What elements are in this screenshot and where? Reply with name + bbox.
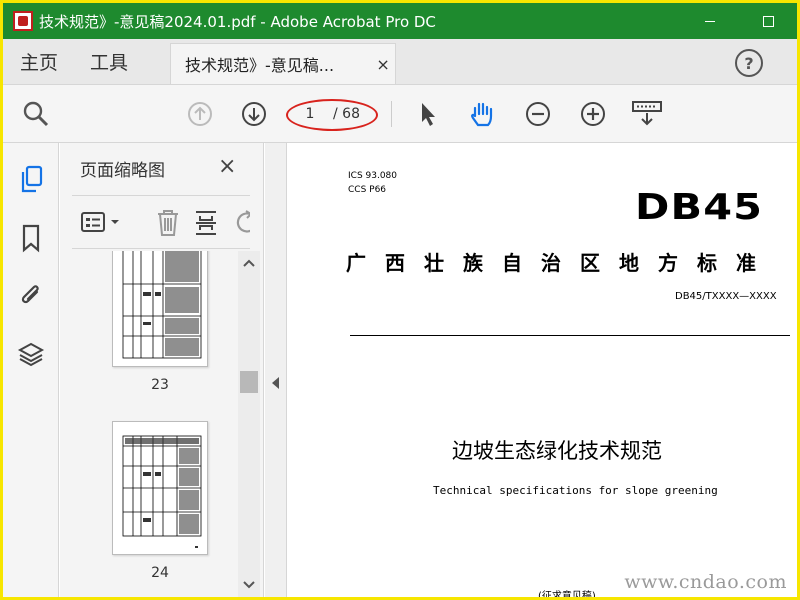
classification-codes: ICS 93.080 CCS P66 xyxy=(348,169,397,197)
standard-code: DB45 xyxy=(635,187,764,228)
help-button[interactable]: ? xyxy=(735,49,763,77)
collapse-panel-strip[interactable] xyxy=(265,143,287,597)
bookmarks-icon[interactable] xyxy=(17,223,45,253)
app-icon[interactable] xyxy=(13,11,33,31)
maximize-button[interactable] xyxy=(739,3,797,39)
page-up-icon[interactable] xyxy=(185,99,215,129)
thumbnail-label-23: 23 xyxy=(151,377,169,393)
tab-tools[interactable]: 工具 xyxy=(74,39,144,84)
tab-bar: 主页 工具 技术规范》-意见稿... × ? xyxy=(3,39,797,85)
close-panel-button[interactable]: × xyxy=(218,154,236,179)
document-tab-title: 技术规范》-意见稿... xyxy=(185,56,335,75)
toolbar: 1 / 68 xyxy=(3,85,797,143)
tab-home[interactable]: 主页 xyxy=(3,39,74,84)
panel-toolbar xyxy=(72,195,250,249)
close-tab-button[interactable]: × xyxy=(371,55,395,74)
ics-code: ICS 93.080 xyxy=(348,171,398,181)
attachments-icon[interactable] xyxy=(17,280,45,310)
extract-pages-icon[interactable] xyxy=(192,208,220,242)
tab-document[interactable]: 技术规范》-意见稿... × xyxy=(170,43,397,84)
document-title-chinese: 边坡生态绿化技术规范 xyxy=(452,439,662,463)
title-bar: 技术规范》-意见稿2024.01.pdf - Adobe Acrobat Pro… xyxy=(3,3,797,39)
zoom-out-icon[interactable] xyxy=(523,99,553,129)
scroll-up-icon[interactable] xyxy=(242,257,256,271)
thumbnail-scrollbar[interactable] xyxy=(238,251,260,597)
thumbnails-panel: 页面缩略图 × 23 24 xyxy=(60,143,264,597)
thumbnail-page-23[interactable] xyxy=(112,251,208,367)
page-down-icon[interactable] xyxy=(239,99,269,129)
zoom-in-icon[interactable] xyxy=(578,99,608,129)
header-rule xyxy=(350,335,790,336)
keyboard-icon[interactable] xyxy=(630,99,664,129)
draft-note: (征求意见稿) xyxy=(538,591,596,597)
ccs-code: CCS P66 xyxy=(348,185,387,195)
window-title: 技术规范》-意见稿2024.01.pdf - Adobe Acrobat Pro… xyxy=(39,12,436,31)
hand-tool-icon[interactable] xyxy=(467,99,497,129)
acrobat-window: 技术规范》-意见稿2024.01.pdf - Adobe Acrobat Pro… xyxy=(3,3,797,597)
toolbar-divider xyxy=(391,101,392,127)
thumbnail-options-icon[interactable] xyxy=(80,210,126,240)
minimize-button[interactable] xyxy=(681,3,739,39)
document-title-english: Technical specifications for slope green… xyxy=(433,484,718,497)
document-page: ICS 93.080 CCS P66 DB45 广西壮族自治区地方标准 DB45… xyxy=(288,143,797,597)
page-thumbnails-icon[interactable] xyxy=(17,165,45,195)
thumbnail-list: 23 24 xyxy=(60,251,238,597)
thumbnail-page-24[interactable] xyxy=(112,421,208,555)
layers-icon[interactable] xyxy=(17,339,45,369)
collapse-arrow-icon[interactable] xyxy=(272,377,279,389)
delete-icon[interactable] xyxy=(154,208,182,242)
rotate-icon[interactable] xyxy=(232,208,250,242)
scroll-down-icon[interactable] xyxy=(242,579,256,593)
standard-category-title: 广西壮族自治区地方标准 xyxy=(346,251,775,275)
panel-title: 页面缩略图 xyxy=(80,161,165,181)
thumbnail-label-24: 24 xyxy=(151,565,169,581)
site-watermark: www.cndao.com xyxy=(624,571,787,593)
standard-number: DB45/TXXXX—XXXX xyxy=(675,291,777,302)
select-arrow-icon[interactable] xyxy=(413,99,443,129)
highlight-annotation xyxy=(286,99,378,131)
search-icon[interactable] xyxy=(21,99,51,129)
scrollbar-thumb[interactable] xyxy=(240,371,258,393)
left-rail xyxy=(3,143,59,597)
